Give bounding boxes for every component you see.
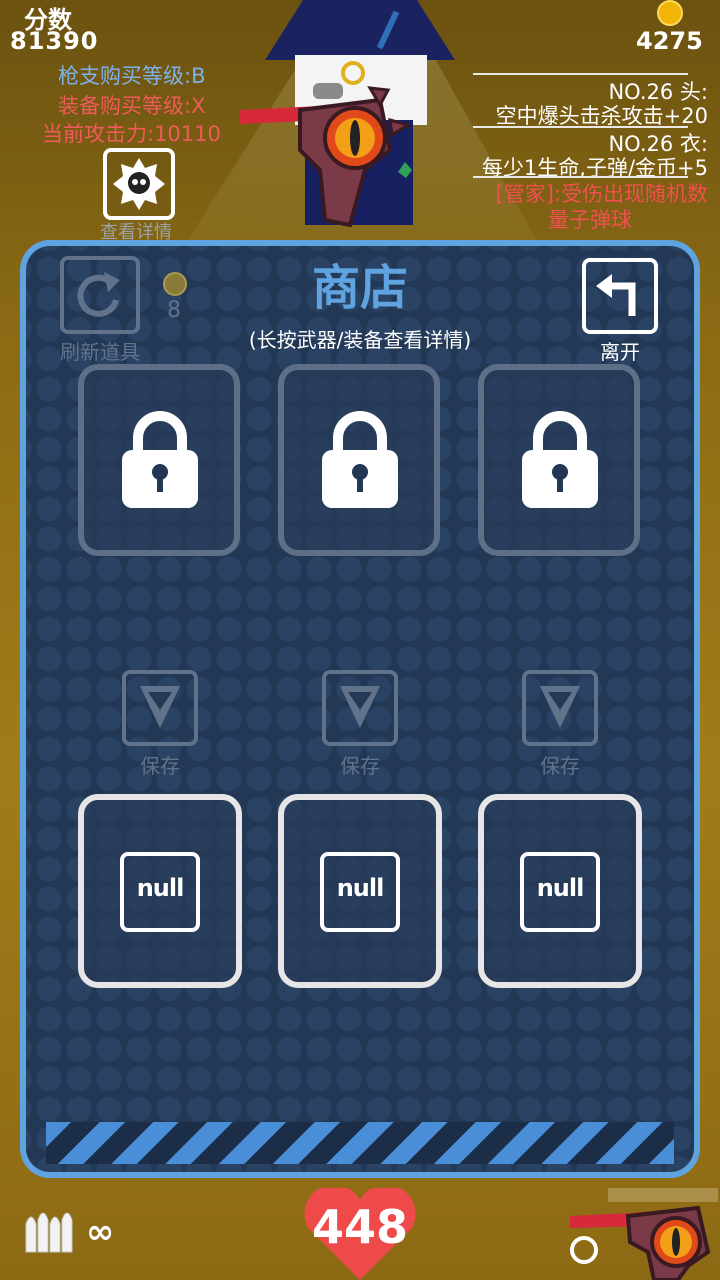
down-arrow-icon <box>340 686 380 728</box>
down-arrow-icon <box>140 686 180 728</box>
butler-effect-line2: 量子弹球 <box>548 208 632 232</box>
save-label: 保存 <box>140 754 180 778</box>
empty-item-label: null <box>336 874 385 902</box>
return-arrow-icon <box>596 274 636 316</box>
locked-shop-slot[interactable] <box>478 364 640 556</box>
lock-icon <box>322 411 398 508</box>
refresh-cost: 8 <box>167 298 181 323</box>
refresh-items-button[interactable] <box>60 256 140 334</box>
down-arrow-icon <box>540 686 580 728</box>
save-button[interactable] <box>322 670 398 746</box>
inventory-slot[interactable]: null <box>278 794 442 988</box>
coin-icon <box>657 0 683 26</box>
panel-hazard-stripes <box>46 1122 674 1164</box>
empty-item-icon: null <box>520 852 600 932</box>
skull-badge-icon <box>113 158 165 210</box>
view-details-button[interactable] <box>103 148 175 220</box>
current-attack: 当前攻击力:10110 <box>42 122 221 146</box>
current-weapon-icon[interactable] <box>568 1186 720 1280</box>
empty-item-icon: null <box>120 852 200 932</box>
save-button[interactable] <box>522 670 598 746</box>
background-hat <box>265 0 455 60</box>
lock-icon <box>522 411 598 508</box>
refresh-items-label: 刷新道具 <box>60 340 140 364</box>
save-button[interactable] <box>122 670 198 746</box>
gun-purchase-grade: 枪支购买等级:B <box>58 64 206 88</box>
refresh-icon <box>77 272 120 317</box>
locked-shop-slot[interactable] <box>278 364 440 556</box>
save-label: 保存 <box>540 754 580 778</box>
leave-label: 离开 <box>600 340 640 364</box>
inventory-slot[interactable]: null <box>478 794 642 988</box>
save-label: 保存 <box>340 754 380 778</box>
empty-item-label: null <box>536 874 585 902</box>
coin-icon <box>163 272 187 296</box>
equip-purchase-grade: 装备购买等级:X <box>58 94 206 118</box>
empty-item-label: null <box>136 874 185 902</box>
lock-icon <box>122 411 198 508</box>
locked-shop-slot[interactable] <box>78 364 240 556</box>
divider <box>473 73 688 75</box>
score-value: 81390 <box>10 27 99 55</box>
character-gun <box>240 86 412 228</box>
coin-count: 4275 <box>636 27 703 55</box>
leave-button[interactable] <box>582 258 658 334</box>
empty-item-icon: null <box>320 852 400 932</box>
inventory-slot[interactable]: null <box>78 794 242 988</box>
